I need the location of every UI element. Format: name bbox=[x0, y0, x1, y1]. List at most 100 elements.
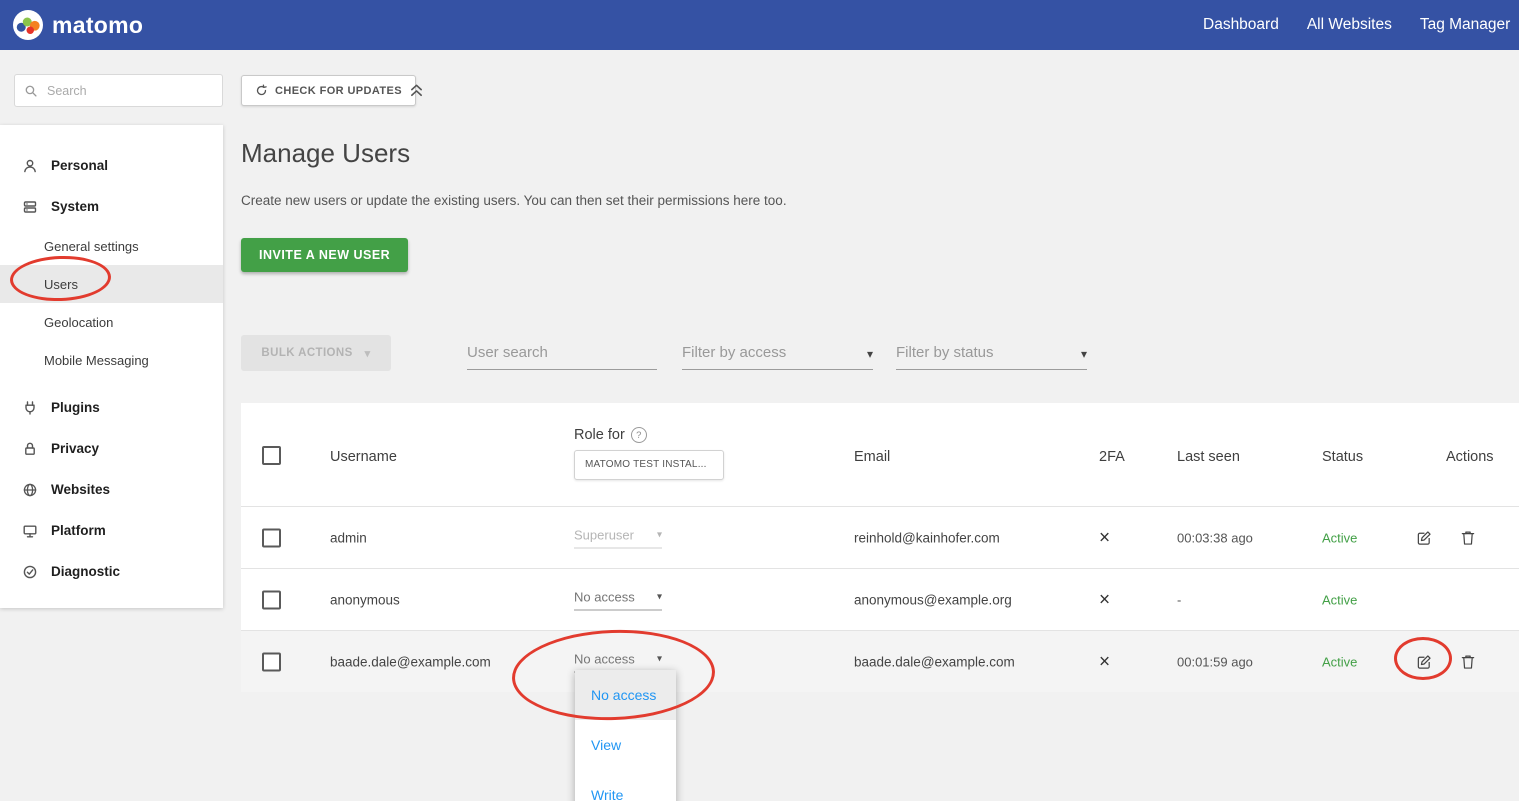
delete-user-icon[interactable] bbox=[1461, 530, 1475, 546]
monitor-icon bbox=[22, 523, 38, 539]
caret-down-icon: ▾ bbox=[657, 591, 662, 602]
sidebar-item-users[interactable]: Users bbox=[0, 265, 223, 303]
sidebar-search[interactable] bbox=[14, 74, 223, 107]
filter-by-status-select[interactable]: Filter by status ▾ bbox=[896, 336, 1087, 370]
filter-status-label: Filter by status bbox=[896, 344, 994, 361]
top-nav-links: Dashboard All Websites Tag Manager bbox=[1203, 0, 1510, 50]
role-site-selector[interactable]: MATOMO TEST INSTAL... bbox=[574, 450, 724, 480]
caret-down-icon: ▾ bbox=[657, 653, 662, 664]
matomo-logo-icon bbox=[13, 10, 43, 40]
nav-dashboard[interactable]: Dashboard bbox=[1203, 16, 1279, 34]
sidebar-item-geolocation[interactable]: Geolocation bbox=[0, 303, 223, 341]
bulk-actions-button[interactable]: BULK ACTIONS ▾ bbox=[241, 335, 391, 371]
bulk-actions-label: BULK ACTIONS bbox=[261, 347, 352, 359]
check-for-updates-button[interactable]: CHECK FOR UPDATES bbox=[241, 75, 416, 106]
column-header-username: Username bbox=[330, 449, 397, 465]
page-description: Create new users or update the existing … bbox=[241, 193, 787, 208]
sidebar-menu: Personal System General settings Users G… bbox=[0, 125, 223, 608]
collapse-menu-icon[interactable] bbox=[409, 81, 424, 99]
email-cell: baade.dale@example.com bbox=[854, 654, 1015, 669]
nav-tag-manager[interactable]: Tag Manager bbox=[1420, 16, 1510, 34]
sidebar-item-label: Personal bbox=[51, 158, 108, 173]
select-all-checkbox[interactable] bbox=[262, 446, 281, 465]
sidebar-item-privacy[interactable]: Privacy bbox=[0, 428, 223, 469]
sidebar-item-personal[interactable]: Personal bbox=[0, 145, 223, 186]
sidebar-item-label: Geolocation bbox=[44, 315, 113, 330]
edit-user-icon[interactable] bbox=[1416, 654, 1432, 670]
role-select: Superuser ▾ bbox=[574, 527, 662, 548]
sidebar-item-label: Diagnostic bbox=[51, 564, 120, 579]
matomo-logo[interactable]: matomo bbox=[13, 10, 143, 40]
sidebar-item-label: System bbox=[51, 199, 99, 214]
user-search-field[interactable] bbox=[467, 336, 657, 370]
sidebar-item-system[interactable]: System bbox=[0, 186, 223, 227]
sidebar-item-label: Users bbox=[44, 277, 78, 292]
role-select[interactable]: No access ▾ bbox=[574, 589, 662, 610]
sidebar-item-mobile-messaging[interactable]: Mobile Messaging bbox=[0, 341, 223, 379]
caret-down-icon: ▾ bbox=[657, 529, 662, 540]
delete-user-icon[interactable] bbox=[1461, 654, 1475, 670]
sidebar-item-label: General settings bbox=[44, 239, 139, 254]
sidebar-item-label: Plugins bbox=[51, 400, 100, 415]
caret-down-icon: ▾ bbox=[867, 347, 873, 361]
sidebar-item-websites[interactable]: Websites bbox=[0, 469, 223, 510]
top-navbar: matomo Dashboard All Websites Tag Manage… bbox=[0, 0, 1519, 50]
sidebar-item-plugins[interactable]: Plugins bbox=[0, 387, 223, 428]
invite-new-user-button[interactable]: INVITE A NEW USER bbox=[241, 238, 408, 272]
lock-icon bbox=[22, 441, 38, 457]
column-header-actions: Actions bbox=[1446, 449, 1494, 465]
help-icon[interactable]: ? bbox=[631, 427, 647, 443]
edit-user-icon[interactable] bbox=[1416, 530, 1432, 546]
2fa-disabled-icon: × bbox=[1099, 652, 1110, 671]
sidebar-item-label: Platform bbox=[51, 523, 106, 538]
role-option-write[interactable]: Write bbox=[575, 770, 676, 801]
sidebar-item-diagnostic[interactable]: Diagnostic bbox=[0, 551, 223, 592]
2fa-disabled-icon: × bbox=[1099, 528, 1110, 547]
status-cell: Active bbox=[1322, 530, 1357, 545]
role-value: Superuser bbox=[574, 527, 634, 542]
role-for-label: Role for bbox=[574, 427, 625, 443]
last-seen-cell: 00:03:38 ago bbox=[1177, 530, 1253, 545]
sidebar-item-general-settings[interactable]: General settings bbox=[0, 227, 223, 265]
row-checkbox[interactable] bbox=[262, 590, 281, 609]
row-checkbox[interactable] bbox=[262, 528, 281, 547]
email-cell: reinhold@kainhofer.com bbox=[854, 530, 1000, 545]
role-value: No access bbox=[574, 651, 635, 666]
search-input[interactable] bbox=[45, 83, 213, 99]
column-header-email: Email bbox=[854, 449, 890, 465]
filter-access-label: Filter by access bbox=[682, 344, 786, 361]
sidebar-item-label: Privacy bbox=[51, 441, 99, 456]
column-header-status: Status bbox=[1322, 449, 1363, 465]
caret-down-icon: ▾ bbox=[365, 347, 371, 360]
row-checkbox[interactable] bbox=[262, 652, 281, 671]
column-header-2fa: 2FA bbox=[1099, 449, 1125, 465]
person-icon bbox=[22, 158, 38, 174]
actions-cell bbox=[1416, 530, 1475, 546]
sidebar-item-platform[interactable]: Platform bbox=[0, 510, 223, 551]
last-seen-cell: - bbox=[1177, 592, 1181, 607]
caret-down-icon: ▾ bbox=[1081, 347, 1087, 361]
plug-icon bbox=[22, 400, 38, 416]
sidebar-item-label: Mobile Messaging bbox=[44, 353, 149, 368]
actions-cell bbox=[1416, 654, 1475, 670]
search-icon bbox=[24, 84, 38, 98]
user-search-input[interactable] bbox=[467, 336, 657, 369]
matomo-admin-page: matomo Dashboard All Websites Tag Manage… bbox=[0, 0, 1519, 801]
users-table-header: Username Role for ? MATOMO TEST INSTAL..… bbox=[241, 403, 1519, 506]
role-option-no-access[interactable]: No access bbox=[575, 670, 676, 720]
role-option-view[interactable]: View bbox=[575, 720, 676, 770]
role-value: No access bbox=[574, 589, 635, 604]
table-row-anonymous: anonymous No access ▾ anonymous@example.… bbox=[241, 568, 1519, 630]
username-cell: baade.dale@example.com bbox=[330, 654, 491, 669]
2fa-disabled-icon: × bbox=[1099, 590, 1110, 609]
sidebar-item-label: Websites bbox=[51, 482, 110, 497]
table-row-admin: admin Superuser ▾ reinhold@kainhofer.com… bbox=[241, 506, 1519, 568]
nav-all-websites[interactable]: All Websites bbox=[1307, 16, 1392, 34]
username-cell: admin bbox=[330, 530, 367, 545]
role-select-open[interactable]: No access ▾ bbox=[574, 651, 662, 672]
filter-by-access-select[interactable]: Filter by access ▾ bbox=[682, 336, 873, 370]
page-title: Manage Users bbox=[241, 138, 410, 169]
brand-name: matomo bbox=[52, 12, 143, 39]
users-table: Username Role for ? MATOMO TEST INSTAL..… bbox=[241, 403, 1519, 690]
server-icon bbox=[22, 199, 38, 215]
